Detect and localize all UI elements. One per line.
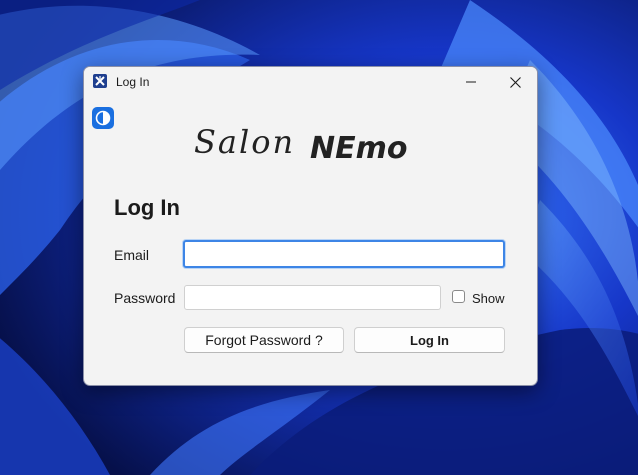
close-icon	[509, 76, 521, 88]
brand-salon-text: Salon	[194, 123, 296, 161]
show-password-label[interactable]: Show	[472, 291, 505, 306]
window-title: Log In	[116, 75, 150, 89]
brand-nemo-text: NEmo	[310, 131, 408, 166]
minimize-button[interactable]	[449, 67, 493, 97]
minimize-icon	[466, 81, 476, 83]
app-logo-icon	[93, 74, 107, 88]
email-field[interactable]	[183, 240, 505, 268]
title-bar[interactable]: Log In	[84, 67, 537, 97]
close-button[interactable]	[493, 67, 537, 97]
show-password-checkbox[interactable]	[452, 290, 465, 303]
half-circle-theme-icon	[95, 110, 111, 126]
forgot-password-button[interactable]: Forgot Password ?	[184, 327, 344, 353]
brand-logo: Salon NEmo	[194, 119, 434, 169]
login-heading: Log In	[114, 195, 180, 220]
theme-toggle-button[interactable]	[92, 107, 114, 129]
password-label: Password	[114, 290, 176, 306]
password-field[interactable]	[184, 285, 441, 310]
login-window: Log In Salon NEmo Log In Email Password …	[83, 66, 538, 386]
email-label: Email	[114, 247, 150, 263]
login-button[interactable]: Log In	[354, 327, 505, 353]
